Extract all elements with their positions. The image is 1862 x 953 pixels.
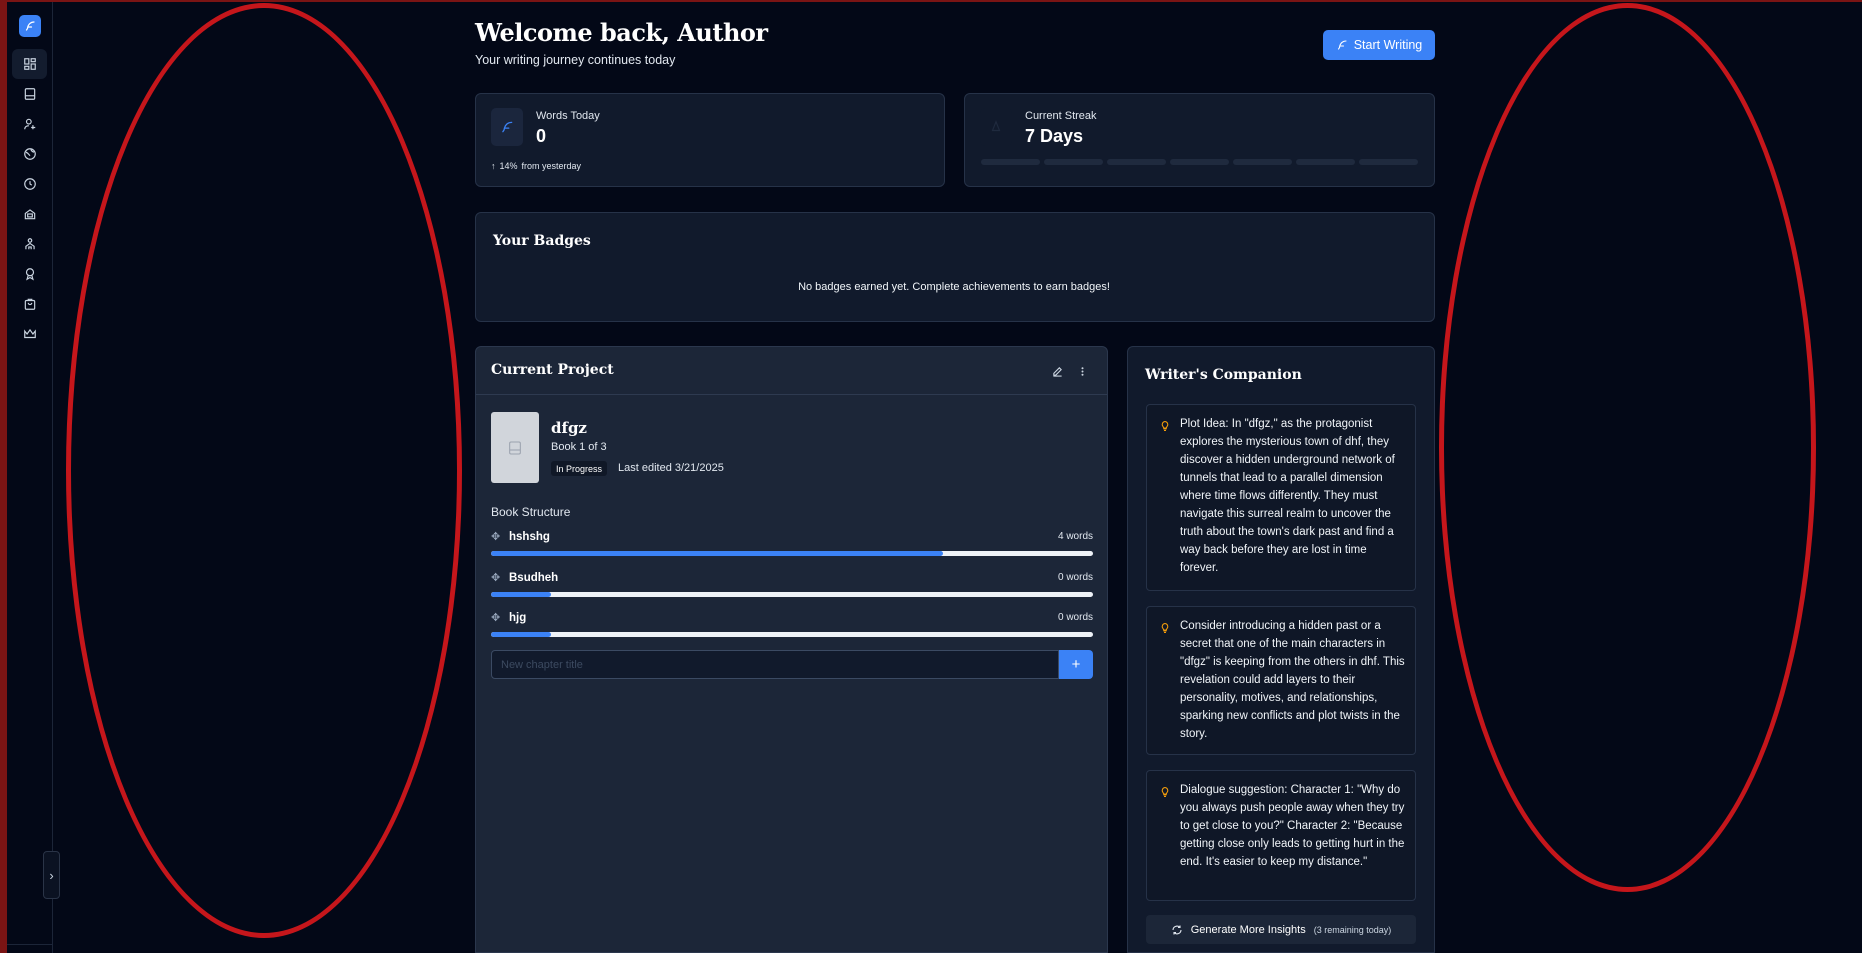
streak-day-segment (1107, 159, 1166, 165)
sidebar-item-premium[interactable] (12, 319, 47, 349)
shopping-bag-icon (24, 298, 35, 310)
project-header-divider (476, 394, 1107, 395)
sidebar-item-dashboard[interactable] (12, 49, 47, 79)
streak-day-segment (1044, 159, 1103, 165)
window-left-edge (0, 0, 7, 953)
badges-empty-text: No badges earned yet. Complete achieveme… (798, 281, 1110, 293)
chapter-word-count: 0 words (1057, 572, 1093, 583)
insight-card: Consider introducing a hidden past or a … (1146, 606, 1416, 755)
feather-icon (25, 21, 35, 31)
words-today-icon-box (491, 108, 523, 146)
sidebar-item-store[interactable] (12, 289, 47, 319)
insight-text: Consider introducing a hidden past or a … (1180, 620, 1405, 740)
refresh-icon (1172, 925, 1182, 934)
drag-handle-icon[interactable]: ✥ (491, 571, 500, 584)
chapter-word-count: 0 words (1057, 612, 1093, 623)
generate-insights-button[interactable]: Generate More Insights (3 remaining toda… (1146, 915, 1416, 944)
more-vertical-icon (1080, 366, 1084, 376)
chapter-name: Bsudheh (509, 572, 559, 584)
project-title: Current Project (491, 362, 614, 378)
streak-label: Current Streak (1025, 110, 1097, 122)
book-structure-label: Book Structure (491, 505, 571, 519)
drag-handle-icon[interactable]: ✥ (491, 530, 500, 543)
sidebar-expand-button[interactable]: › (43, 851, 60, 899)
insight-card: Plot Idea: In "dfgz," as the protagonist… (1146, 404, 1416, 591)
new-chapter-input[interactable] (491, 650, 1059, 679)
feather-icon (1337, 40, 1347, 50)
sidebar: › (7, 2, 60, 953)
book-title: dfgz (551, 419, 587, 437)
annotation-ellipse-right (1439, 3, 1816, 892)
sidebar-item-characters[interactable] (12, 109, 47, 139)
chapter-progress-bar (491, 632, 1093, 637)
book-icon (509, 440, 521, 455)
book-series-position: Book 1 of 3 (551, 441, 607, 453)
plus-icon: + (1071, 656, 1081, 673)
page-title: Welcome back, Author (475, 18, 768, 47)
chevron-right-icon: › (49, 867, 54, 883)
start-writing-label: Start Writing (1353, 38, 1423, 52)
lightbulb-icon (1161, 786, 1169, 797)
badges-card (475, 212, 1435, 322)
sidebar-item-assistant[interactable] (12, 199, 47, 229)
chapter-word-count: 4 words (1057, 531, 1093, 542)
words-today-value: 0 (536, 126, 547, 146)
award-icon (25, 268, 34, 281)
book-cover[interactable] (491, 412, 539, 483)
streak-value: 7 Days (1025, 126, 1084, 146)
crown-icon (23, 328, 36, 339)
remaining-insights: (3 remaining today) (1313, 924, 1392, 935)
robot-icon (24, 209, 35, 220)
words-today-change-text: from yesterday (521, 161, 582, 171)
drag-handle-icon[interactable]: ✥ (491, 611, 500, 624)
page-subtitle: Your writing journey continues today (475, 53, 676, 67)
add-chapter-button[interactable]: + (1059, 650, 1093, 679)
chapter-name: hshshg (509, 531, 550, 543)
badges-title: Your Badges (493, 233, 591, 249)
project-more-button[interactable] (1074, 363, 1090, 379)
flame-icon (991, 120, 1001, 132)
last-edited: Last edited 3/21/2025 (618, 462, 724, 474)
sidebar-item-achievements[interactable] (12, 259, 47, 289)
edit-project-button[interactable] (1049, 363, 1065, 379)
sidebar-item-community[interactable] (12, 229, 47, 259)
feather-icon (502, 121, 513, 133)
streak-day-segment (981, 159, 1040, 165)
window-top-edge (0, 0, 1862, 2)
chapter-name: hjg (509, 612, 527, 624)
chapter-progress-bar (491, 551, 1093, 556)
sidebar-item-history[interactable] (12, 169, 47, 199)
generate-insights-label: Generate More Insights (1190, 923, 1306, 936)
streak-day-segment (1359, 159, 1418, 165)
community-icon (24, 238, 35, 250)
dashboard-icon (23, 58, 36, 70)
user-plus-icon (23, 118, 35, 130)
clock-icon (23, 178, 36, 190)
streak-day-segment (1170, 159, 1229, 165)
words-today-label: Words Today (536, 110, 600, 122)
streak-day-segment (1233, 159, 1292, 165)
companion-title: Writer's Companion (1145, 367, 1302, 383)
book-icon (24, 88, 35, 100)
insight-text: Plot Idea: In "dfgz," as the protagonist… (1180, 418, 1395, 574)
annotation-ellipse-left (66, 3, 462, 938)
app-logo[interactable] (19, 15, 41, 37)
lightbulb-icon (1161, 622, 1169, 633)
words-today-change-pct: 14% (499, 161, 518, 171)
arrow-up-icon: ↑ (491, 161, 496, 171)
sidebar-divider (7, 944, 53, 945)
sidebar-item-books[interactable] (12, 79, 47, 109)
status-badge: In Progress (551, 461, 608, 476)
lightbulb-icon (1161, 420, 1169, 431)
words-today-change: ↑ 14% from yesterday (491, 161, 581, 171)
streak-icon-box (980, 108, 1012, 146)
globe-icon (23, 148, 36, 160)
sidebar-item-world[interactable] (12, 139, 47, 169)
chapter-progress-bar (491, 592, 1093, 597)
start-writing-button[interactable]: Start Writing (1323, 30, 1435, 60)
insight-text: Dialogue suggestion: Character 1: "Why d… (1180, 784, 1405, 868)
pencil-icon (1052, 366, 1062, 377)
streak-day-segment (1296, 159, 1355, 165)
insight-card: Dialogue suggestion: Character 1: "Why d… (1146, 770, 1416, 901)
